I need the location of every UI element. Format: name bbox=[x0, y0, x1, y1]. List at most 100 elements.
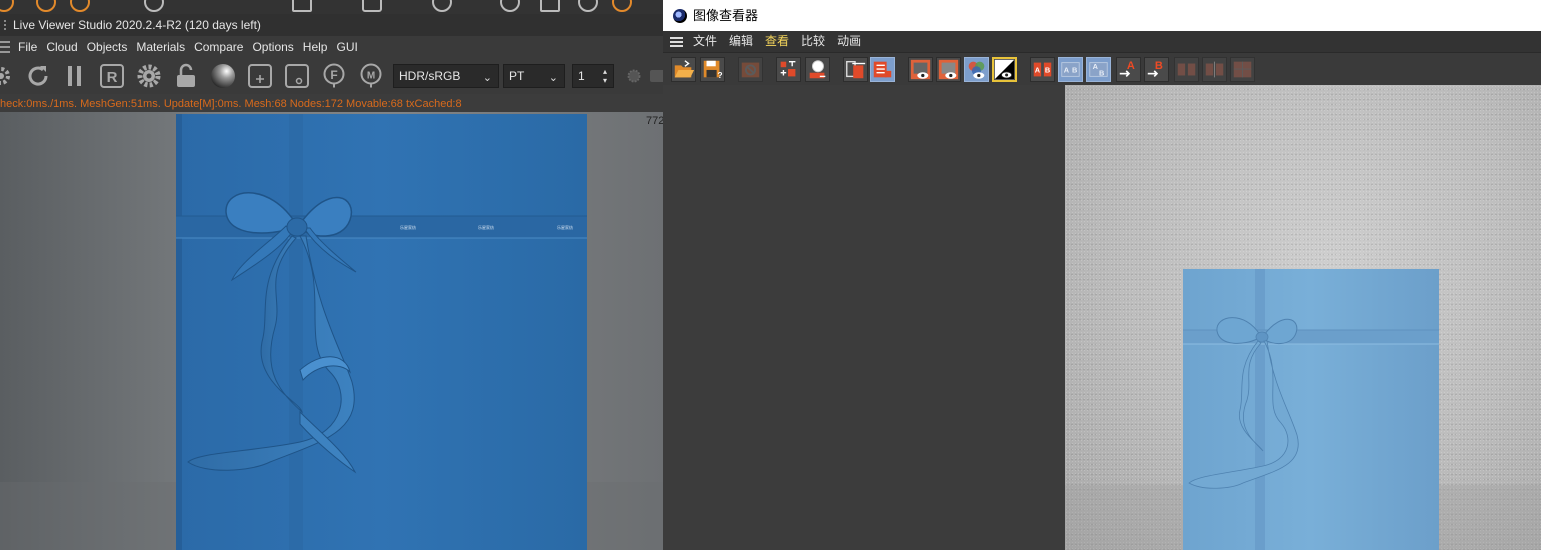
screen: Live Viewer Studio 2020.2.4-R2 (120 days… bbox=[0, 0, 1541, 550]
menu-compare[interactable]: 比较 bbox=[801, 31, 825, 52]
cropped-tool-icon[interactable] bbox=[432, 0, 452, 12]
focus-f-icon[interactable]: F bbox=[321, 63, 347, 89]
top-toolbar-strip bbox=[0, 0, 663, 14]
refresh-icon[interactable] bbox=[25, 63, 51, 89]
ribbon-print: 乐星家纺 bbox=[400, 224, 416, 230]
picture-viewer-empty-area bbox=[663, 85, 1065, 550]
menu-help[interactable]: Help bbox=[303, 40, 336, 54]
set-ab-icon[interactable]: AB bbox=[1030, 57, 1055, 82]
chevron-down-icon: ⌄ bbox=[482, 72, 492, 84]
picture-viewer-title-bar[interactable]: 图像查看器 bbox=[663, 0, 1541, 31]
corner-counter: 772 bbox=[646, 115, 663, 127]
cropped-tool-icon[interactable] bbox=[362, 0, 382, 12]
menu-compare[interactable]: Compare bbox=[194, 40, 251, 54]
zoom-magnifier-icon[interactable] bbox=[805, 57, 830, 82]
ab-compare-icon[interactable]: AB bbox=[1058, 57, 1083, 82]
picture-viewer-menubar: 文件 编辑 查看 比较 动画 bbox=[663, 31, 1541, 52]
menu-file[interactable]: 文件 bbox=[693, 31, 717, 52]
region-r-icon[interactable]: R bbox=[99, 63, 125, 89]
kernel-value: PT bbox=[509, 69, 525, 83]
lock-open-icon[interactable] bbox=[173, 63, 199, 89]
delete-image-icon[interactable] bbox=[843, 57, 868, 82]
picture-viewer-toolbar: ? A B A B A B A B bbox=[663, 52, 1541, 85]
menu-objects[interactable]: Objects bbox=[87, 40, 136, 54]
live-viewer-window: Live Viewer Studio 2020.2.4-R2 (120 days… bbox=[0, 0, 663, 550]
ab-swap-icon[interactable]: AB bbox=[1086, 57, 1111, 82]
ab-difference-icon[interactable] bbox=[1202, 57, 1227, 82]
ab-mix-icon[interactable] bbox=[1230, 57, 1255, 82]
svg-text:B: B bbox=[1099, 68, 1104, 77]
set-a-icon[interactable]: A bbox=[1116, 57, 1141, 82]
window-title: 图像查看器 bbox=[693, 8, 759, 23]
svg-text:A: A bbox=[1064, 66, 1070, 75]
picture-viewer-window: 图像查看器 文件 编辑 查看 比较 动画 ? A B A B A B A B bbox=[663, 0, 1541, 550]
svg-text:A: A bbox=[1093, 62, 1099, 71]
colorspace-value: HDR/sRGB bbox=[399, 69, 461, 83]
live-viewer-title-bar: Live Viewer Studio 2020.2.4-R2 (120 days… bbox=[0, 14, 663, 36]
cropped-tool-icon[interactable] bbox=[500, 0, 520, 12]
stop-gear-icon[interactable] bbox=[626, 63, 642, 89]
show-green-channel-icon[interactable] bbox=[936, 57, 961, 82]
hamburger-menu-icon[interactable] bbox=[670, 36, 683, 47]
menu-options[interactable]: Options bbox=[252, 40, 301, 54]
cropped-tool-icon[interactable] bbox=[70, 0, 90, 12]
live-viewer-toolbar: R F M HDR/sRGB ⌄ PT ⌄ 1 ▴ ▾ bbox=[0, 58, 663, 94]
ab-split-icon[interactable] bbox=[1174, 57, 1199, 82]
cropped-tool-icon[interactable] bbox=[0, 0, 14, 12]
svg-text:B: B bbox=[1045, 66, 1050, 75]
spin-arrows-icon[interactable]: ▴ ▾ bbox=[603, 67, 607, 85]
cropped-tool-icon[interactable] bbox=[612, 0, 632, 12]
menu-edit[interactable]: 编辑 bbox=[729, 31, 753, 52]
menu-view[interactable]: 查看 bbox=[765, 31, 789, 52]
live-viewer-render-area[interactable]: 乐星家纺 乐星家纺 乐星家纺 bbox=[0, 112, 663, 550]
auto-zoom-icon[interactable] bbox=[776, 57, 801, 82]
ribbon-print: 乐星家纺 bbox=[478, 224, 494, 230]
cropped-tool-icon[interactable] bbox=[540, 0, 560, 12]
ribbon-print: 乐星家纺 bbox=[557, 224, 573, 230]
show-red-channel-icon[interactable] bbox=[908, 57, 933, 82]
svg-text:M: M bbox=[367, 71, 375, 82]
gift-box-render: 乐星家纺 乐星家纺 乐星家纺 bbox=[0, 114, 663, 550]
menu-gui[interactable]: GUI bbox=[336, 40, 365, 54]
svg-text:B: B bbox=[1072, 66, 1077, 75]
cropped-tool-icon[interactable] bbox=[36, 0, 56, 12]
zoom-plus-icon[interactable] bbox=[247, 63, 273, 89]
render-stats-line: heck:0ms./1ms. MeshGen:51ms. Update[M]:0… bbox=[0, 98, 462, 110]
sphere-icon[interactable] bbox=[210, 63, 236, 89]
cropped-tool-icon[interactable] bbox=[144, 0, 164, 12]
cropped-tool-icon[interactable] bbox=[578, 0, 598, 12]
menu-file[interactable]: File bbox=[18, 40, 45, 54]
samples-spinbox[interactable]: 1 ▴ ▾ bbox=[572, 64, 614, 88]
samples-value: 1 bbox=[578, 69, 585, 83]
zoom-minus-icon[interactable] bbox=[284, 63, 310, 89]
picture-viewer-image[interactable] bbox=[1065, 85, 1541, 550]
menu-grip-icon[interactable] bbox=[0, 41, 10, 53]
stop-render-icon[interactable] bbox=[738, 57, 763, 82]
drag-grip-icon[interactable] bbox=[4, 20, 9, 30]
set-b-icon[interactable]: B bbox=[1144, 57, 1169, 82]
gift-box-render bbox=[1065, 269, 1541, 550]
menu-animation[interactable]: 动画 bbox=[837, 31, 861, 52]
material-m-icon[interactable]: M bbox=[358, 63, 384, 89]
colorspace-select[interactable]: HDR/sRGB ⌄ bbox=[393, 64, 499, 88]
cog-icon[interactable] bbox=[136, 63, 162, 89]
menu-materials[interactable]: Materials bbox=[136, 40, 193, 54]
svg-text:F: F bbox=[330, 68, 337, 82]
menu-cloud[interactable]: Cloud bbox=[46, 40, 85, 54]
kernel-select[interactable]: PT ⌄ bbox=[503, 64, 565, 88]
set-b-letter: B bbox=[1155, 60, 1163, 72]
svg-text:R: R bbox=[107, 69, 118, 86]
progress-icon bbox=[650, 70, 663, 82]
pause-icon[interactable] bbox=[62, 63, 88, 89]
settings-gear-icon[interactable] bbox=[0, 63, 14, 89]
live-viewer-menubar: File Cloud Objects Materials Compare Opt… bbox=[0, 36, 663, 58]
open-file-icon[interactable] bbox=[671, 57, 696, 82]
show-rgb-channel-icon[interactable] bbox=[964, 57, 989, 82]
set-a-letter: A bbox=[1127, 60, 1135, 72]
save-as-icon[interactable]: ? bbox=[700, 57, 725, 82]
show-alpha-channel-icon[interactable] bbox=[992, 57, 1017, 82]
svg-text:?: ? bbox=[718, 71, 723, 80]
chevron-down-icon: ⌄ bbox=[548, 72, 558, 84]
history-icon[interactable] bbox=[870, 57, 895, 82]
cropped-tool-icon[interactable] bbox=[292, 0, 312, 12]
